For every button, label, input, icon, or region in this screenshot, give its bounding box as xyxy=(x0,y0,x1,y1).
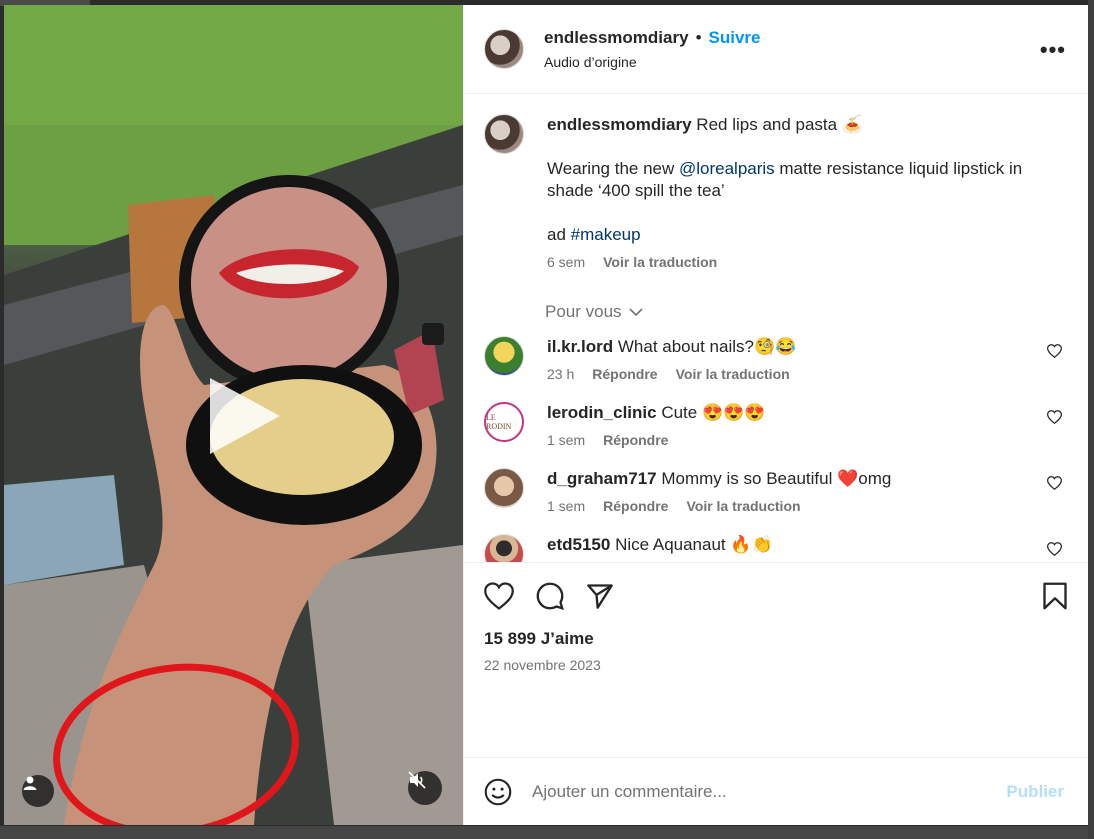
commenter-username[interactable]: lerodin_clinic xyxy=(547,403,657,422)
comment-text: lerodin_clinic Cute 😍😍😍 xyxy=(547,402,765,424)
translate-link[interactable]: Voir la traduction xyxy=(686,498,800,514)
comment-bubble-icon xyxy=(536,582,564,610)
comment-item: il.kr.lord What about nails?🧐😂 23 h Répo… xyxy=(484,336,1068,382)
separator-dot: • xyxy=(695,28,702,47)
comment-meta: 23 h Répondre Voir la traduction xyxy=(547,366,796,382)
play-button[interactable] xyxy=(200,373,286,459)
comment-body: Cute 😍😍😍 xyxy=(661,403,766,422)
hashtag-link[interactable]: #makeup xyxy=(571,225,641,244)
translate-link[interactable]: Voir la traduction xyxy=(603,254,717,270)
commenter-avatar[interactable] xyxy=(484,534,524,562)
comments-list[interactable]: endlessmomdiary Red lips and pasta 🍝 Wea… xyxy=(464,94,1088,562)
comment-button[interactable] xyxy=(536,582,564,610)
like-comment-button[interactable] xyxy=(1046,542,1063,561)
comment-time[interactable]: 1 sem xyxy=(547,498,585,514)
caption-meta: 6 sem Voir la traduction xyxy=(547,254,1067,270)
caption-time[interactable]: 6 sem xyxy=(547,254,585,270)
heart-icon xyxy=(484,582,514,610)
caption-username[interactable]: endlessmomdiary xyxy=(547,115,692,134)
comment-meta: 1 sem Répondre Voir la traduction xyxy=(547,498,891,514)
mention-link[interactable]: @lorealparis xyxy=(679,159,775,178)
comment-time[interactable]: 23 h xyxy=(547,366,574,382)
commenter-avatar[interactable]: LE RODIN xyxy=(484,402,524,442)
save-button[interactable] xyxy=(1042,582,1068,610)
for-you-label: Pour vous xyxy=(545,302,622,321)
for-you-sort-toggle[interactable]: Pour vous xyxy=(545,302,1068,322)
heart-icon xyxy=(1046,344,1063,359)
publish-button[interactable]: Publier xyxy=(1006,782,1064,802)
heart-icon xyxy=(1046,476,1063,491)
chevron-down-icon xyxy=(628,308,643,317)
more-options-icon[interactable]: ••• xyxy=(1040,37,1066,63)
comment-meta: 1 sem Répondre xyxy=(547,432,765,448)
paper-plane-icon xyxy=(587,584,613,609)
caption-text: endlessmomdiary Red lips and pasta 🍝 Wea… xyxy=(547,114,1067,246)
caption-line2-pre: Wearing the new xyxy=(547,159,679,178)
add-comment-bar: Publier xyxy=(464,757,1088,825)
author-username[interactable]: endlessmomdiary xyxy=(544,28,689,48)
commenter-avatar[interactable] xyxy=(484,468,524,508)
post-modal: endlessmomdiary • Suivre Audio d’origine… xyxy=(4,5,1088,825)
caption-line1: Red lips and pasta 🍝 xyxy=(696,115,864,134)
follow-button[interactable]: Suivre xyxy=(709,28,761,48)
likes-count[interactable]: 15 899 J’aime xyxy=(484,629,1072,649)
caption-line3-pre: ad xyxy=(547,225,571,244)
post-sidebar: endlessmomdiary • Suivre Audio d’origine… xyxy=(463,5,1088,825)
tagged-users-button[interactable] xyxy=(22,775,54,807)
commenter-avatar[interactable] xyxy=(484,336,524,376)
background-tile xyxy=(0,826,1094,839)
heart-icon xyxy=(1046,410,1063,425)
share-button[interactable] xyxy=(586,582,614,610)
comment-input[interactable] xyxy=(532,781,1007,802)
translate-link[interactable]: Voir la traduction xyxy=(676,366,790,382)
commenter-username[interactable]: d_graham717 xyxy=(547,469,657,488)
emoji-picker-button[interactable] xyxy=(484,778,512,806)
like-comment-button[interactable] xyxy=(1046,344,1063,363)
avatar-logo-text: LE RODIN xyxy=(486,413,512,431)
reply-button[interactable]: Répondre xyxy=(603,498,668,514)
commenter-username[interactable]: il.kr.lord xyxy=(547,337,613,356)
comment-body: What about nails?🧐😂 xyxy=(617,337,797,356)
comment-text: d_graham717 Mommy is so Beautiful ❤️omg xyxy=(547,468,891,490)
comment-text: il.kr.lord What about nails?🧐😂 xyxy=(547,336,796,358)
post-video[interactable] xyxy=(4,5,463,825)
commenter-username[interactable]: etd5150 xyxy=(547,535,610,554)
play-icon xyxy=(210,378,280,454)
like-button[interactable] xyxy=(484,582,514,610)
comment-time[interactable]: 1 sem xyxy=(547,432,585,448)
speaker-muted-icon xyxy=(408,771,426,789)
reply-button[interactable]: Répondre xyxy=(603,432,668,448)
post-header: endlessmomdiary • Suivre Audio d’origine… xyxy=(464,5,1088,94)
like-comment-button[interactable] xyxy=(1046,410,1063,429)
reply-button[interactable]: Répondre xyxy=(592,366,657,382)
comment-item: d_graham717 Mommy is so Beautiful ❤️omg … xyxy=(484,468,1068,514)
comment-text: etd5150 Nice Aquanaut 🔥👏 xyxy=(547,534,773,556)
post-date[interactable]: 22 novembre 2023 xyxy=(484,657,1072,673)
comment-body: Mommy is so Beautiful ❤️omg xyxy=(661,469,892,488)
author-avatar[interactable] xyxy=(484,114,524,154)
comment-body: Nice Aquanaut 🔥👏 xyxy=(615,535,773,554)
heart-icon xyxy=(1046,542,1063,557)
like-comment-button[interactable] xyxy=(1046,476,1063,495)
person-icon xyxy=(23,776,37,790)
audio-link[interactable]: Audio d’origine xyxy=(544,54,761,70)
mute-toggle-button[interactable] xyxy=(408,771,442,805)
post-actions: 15 899 J’aime 22 novembre 2023 xyxy=(464,562,1088,757)
background-tile xyxy=(1088,0,1094,839)
caption: endlessmomdiary Red lips and pasta 🍝 Wea… xyxy=(484,114,1068,270)
comment-item: LE RODIN lerodin_clinic Cute 😍😍😍 1 sem R… xyxy=(484,402,1068,448)
bookmark-icon xyxy=(1043,582,1067,610)
author-avatar[interactable] xyxy=(484,29,524,69)
action-icons xyxy=(484,581,1072,611)
comment-item: etd5150 Nice Aquanaut 🔥👏 xyxy=(484,534,1068,562)
smiley-icon xyxy=(484,778,512,805)
